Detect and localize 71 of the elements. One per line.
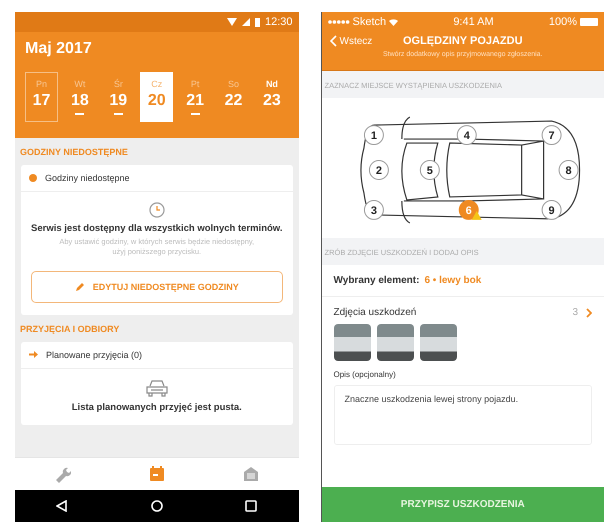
event-indicator <box>190 113 200 115</box>
day-number: 22 <box>224 92 242 110</box>
arrow-icon <box>29 351 38 358</box>
day-number: 18 <box>71 92 89 110</box>
empty-message: Serwis jest dostępny dla wszystkich wolnych terminów. <box>31 223 282 234</box>
damage-marker[interactable]: 1 <box>363 125 384 146</box>
carrier-name: Sketch <box>352 16 386 28</box>
day-number: 17 <box>32 92 50 110</box>
car-icon <box>144 378 169 396</box>
day-cell[interactable]: Pt 21 <box>178 72 212 122</box>
damage-marker[interactable]: 2 <box>368 160 388 180</box>
event-indicator <box>114 113 123 115</box>
wifi-icon <box>226 18 237 26</box>
weekday-label: Pn <box>36 79 47 89</box>
battery-icon <box>254 18 260 26</box>
section-heading: GODZINY NIEDOSTĘPNE <box>19 146 129 159</box>
selected-element-label: Wybrany element: <box>334 275 420 286</box>
pencil-icon <box>74 282 85 292</box>
battery-percent: 100% <box>548 16 577 28</box>
day-number: 20 <box>148 92 166 110</box>
photo-placeholder[interactable] <box>420 324 456 361</box>
weekday-label: Cz <box>151 79 162 89</box>
wifi-icon <box>389 18 398 26</box>
weekday-label: Wt <box>74 79 86 89</box>
card-title: Planowane przyjęcia (0) <box>46 350 142 360</box>
section-heading: PRZYJĘCIA I ODBIORY <box>19 322 120 336</box>
day-number: 19 <box>109 92 128 110</box>
day-cell[interactable]: Cz 20 <box>140 72 174 122</box>
photo-placeholder[interactable] <box>334 324 370 361</box>
damage-marker[interactable]: 5 <box>419 160 440 180</box>
signal-icon <box>328 20 350 24</box>
day-cell[interactable]: So 22 <box>217 72 250 122</box>
event-indicator <box>75 113 84 115</box>
home-icon[interactable] <box>150 500 163 512</box>
recents-icon[interactable] <box>245 500 258 512</box>
weekday-label: Pt <box>190 79 200 89</box>
card-title: Godziny niedostępne <box>45 173 130 183</box>
day-cell[interactable]: Wt 18 <box>63 72 96 122</box>
chevron-left-icon <box>330 35 336 47</box>
damage-marker[interactable]: 8 <box>558 160 578 180</box>
description-label: Opis (opcjonalny) <box>332 369 397 381</box>
signal-icon <box>242 18 250 26</box>
screen-title: OGLĘDZINY POJAZDU <box>402 35 523 47</box>
edit-hours-button[interactable]: EDYTUJ NIEDOSTĘPNE GODZINY <box>31 270 282 302</box>
day-cell[interactable]: Śr 19 <box>102 72 135 122</box>
weekday-label: Śr <box>114 79 123 89</box>
day-number: 23 <box>263 92 281 110</box>
damage-marker[interactable]: 9 <box>541 200 562 220</box>
photo-placeholder[interactable] <box>376 324 414 361</box>
damage-marker[interactable]: 7 <box>541 125 562 146</box>
photos-count: 3 <box>572 307 578 318</box>
back-button[interactable]: Wstecz <box>328 33 374 49</box>
empty-message: Lista planowanych przyjęć jest pusta. <box>72 402 242 412</box>
status-time: 12:30 <box>264 16 292 28</box>
day-cell[interactable]: Pn 17 <box>25 72 58 122</box>
weekday-label: So <box>228 79 240 89</box>
clock-icon <box>148 202 165 218</box>
damage-marker[interactable]: 4 <box>456 125 476 146</box>
dot-icon <box>29 174 37 182</box>
day-number: 21 <box>186 92 204 110</box>
day-cell[interactable]: Nd 23 <box>255 72 288 122</box>
back-icon[interactable] <box>56 500 68 512</box>
assign-damage-button[interactable]: PRZYPISZ USZKODZENIA <box>322 487 604 522</box>
battery-icon <box>580 18 598 26</box>
weekday-label: Nd <box>266 79 278 89</box>
photos-title: Zdjęcia uszkodzeń <box>334 307 418 318</box>
description-field[interactable]: Znaczne uszkodzenia lewej strony pojazdu. <box>334 385 592 445</box>
status-time: 9:41 AM <box>453 16 494 28</box>
month-title: Maj 2017 <box>25 40 92 58</box>
selected-element-value: 6 • lewy bok <box>424 275 482 286</box>
damage-marker[interactable]: 3 <box>363 200 384 220</box>
